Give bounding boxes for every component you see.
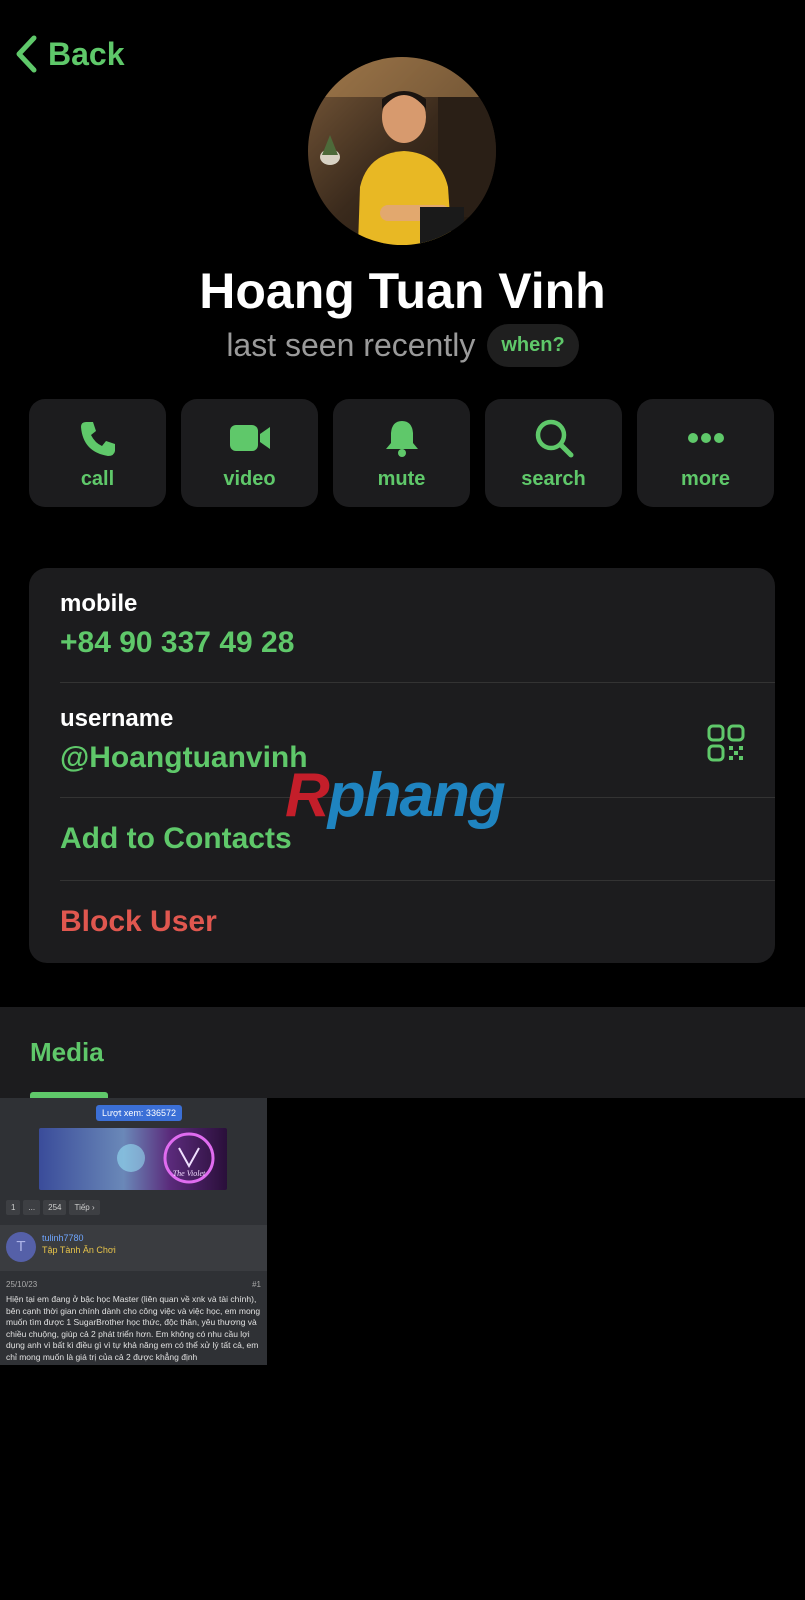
username-label: username [60,705,174,732]
profile-photo [308,57,496,245]
avatar[interactable] [308,57,496,245]
more-label: more [681,467,730,490]
more-button[interactable]: more [637,399,774,507]
back-label: Back [48,35,125,72]
bell-icon [385,420,418,457]
forum-username: tulinh7780 [42,1233,84,1243]
call-label: call [80,467,115,490]
media-thumbnail[interactable]: Lượt xem: 336572 The Violet 1 ... 254 Ti… [0,1098,267,1365]
forum-user-box: T tulinh7780 Tập Tành Ăn Chơi [0,1225,267,1271]
when-button[interactable]: when? [487,324,579,367]
video-label: video [223,467,276,490]
mobile-value[interactable]: +84 90 337 49 28 [60,626,775,660]
banner-text: The Violet [173,1169,206,1178]
media-tab-bar: Media [0,1007,805,1098]
forum-user-avatar: T [6,1232,36,1262]
mute-label: mute [377,467,426,490]
block-user-row[interactable]: Block User [60,880,775,963]
call-button[interactable]: call [29,399,166,507]
watermark-logo: Rphang [285,761,506,830]
chevron-left-icon [16,35,37,73]
block-user-button[interactable]: Block User [60,905,217,939]
magnifier-icon [535,419,573,457]
forum-pager: 1 ... 254 Tiếp › [6,1200,100,1215]
mobile-row[interactable]: mobile +84 90 337 49 28 [60,590,775,660]
mute-button[interactable]: mute [333,399,470,507]
video-camera-icon [229,424,270,451]
profile-name: Hoang Tuan Vinh [199,263,606,319]
back-button[interactable]: Back [14,34,125,74]
ellipsis-icon [687,432,724,443]
post-number: #1 [252,1280,261,1289]
views-badge: Lượt xem: 336572 [96,1105,182,1121]
post-body: Hiện tại em đang ở bậc học Master (liên … [6,1294,261,1362]
action-bar: call video mute search more [29,399,774,507]
post-date: 25/10/23 [6,1280,38,1289]
forum-user-rank: Tập Tành Ăn Chơi [42,1245,116,1255]
last-seen-status: last seen recently [226,327,476,363]
search-button[interactable]: search [485,399,622,507]
tab-media[interactable]: Media [30,1037,104,1068]
qr-code-icon[interactable] [707,724,745,762]
phone-icon [80,421,115,456]
add-to-contacts-button[interactable]: Add to Contacts [60,822,292,856]
mobile-label: mobile [60,590,138,617]
forum-banner-image: The Violet [39,1128,227,1190]
status-row: last seen recently when? [0,324,805,367]
search-label: search [521,467,586,490]
video-button[interactable]: video [181,399,318,507]
